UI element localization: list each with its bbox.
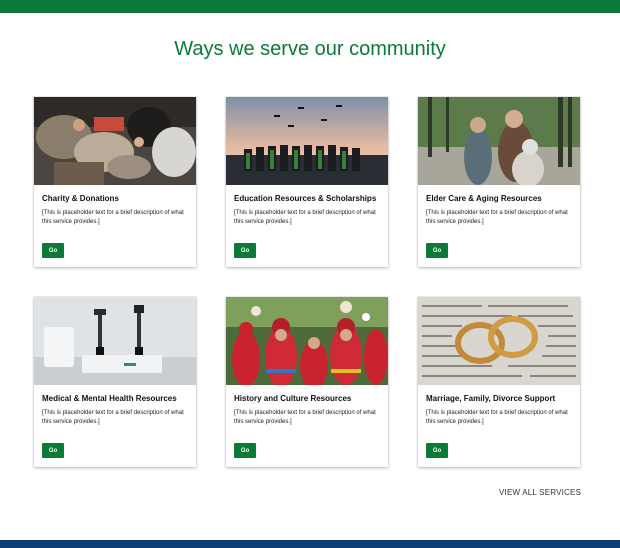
service-title: Charity & Donations — [42, 194, 119, 203]
go-button[interactable]: Go — [42, 443, 64, 458]
section-title: Ways we serve our community — [174, 38, 446, 60]
service-description: [This is placeholder text for a brief de… — [42, 210, 184, 225]
service-card-marriage-family: Marriage, Family, Divorce Support [This … — [418, 297, 580, 467]
service-card-charity: Charity & Donations [This is placeholder… — [34, 97, 196, 267]
service-card-education: Education Resources & Scholarships [This… — [226, 97, 388, 267]
service-description: [This is placeholder text for a brief de… — [234, 210, 376, 225]
graduation-photo — [226, 97, 388, 185]
service-title: Marriage, Family, Divorce Support — [426, 394, 556, 403]
service-description: [This is placeholder text for a brief de… — [426, 210, 568, 225]
wedding-rings-photo — [418, 297, 580, 385]
service-card-elder-care: Elder Care & Aging Resources [This is pl… — [418, 97, 580, 267]
elder-care-photo — [418, 97, 580, 185]
go-button[interactable]: Go — [426, 243, 448, 258]
top-brand-bar — [0, 0, 620, 13]
service-card-medical: Medical & Mental Health Resources [This … — [34, 297, 196, 467]
go-button[interactable]: Go — [42, 243, 64, 258]
footer-bar — [0, 540, 620, 548]
service-description: [This is placeholder text for a brief de… — [426, 410, 568, 425]
service-description: [This is placeholder text for a brief de… — [42, 410, 184, 425]
view-all-services-link[interactable]: VIEW ALL SERVICES — [499, 488, 581, 497]
service-title: Education Resources & Scholarships — [234, 194, 377, 203]
service-title: Elder Care & Aging Resources — [426, 194, 542, 203]
go-button[interactable]: Go — [234, 443, 256, 458]
charity-donations-photo — [34, 97, 196, 185]
service-description: [This is placeholder text for a brief de… — [234, 410, 376, 425]
service-title: History and Culture Resources — [234, 394, 352, 403]
medical-equipment-photo — [34, 297, 196, 385]
cultural-festival-photo — [226, 297, 388, 385]
go-button[interactable]: Go — [426, 443, 448, 458]
service-card-history-culture: History and Culture Resources [This is p… — [226, 297, 388, 467]
go-button[interactable]: Go — [234, 243, 256, 258]
service-title: Medical & Mental Health Resources — [42, 394, 177, 403]
